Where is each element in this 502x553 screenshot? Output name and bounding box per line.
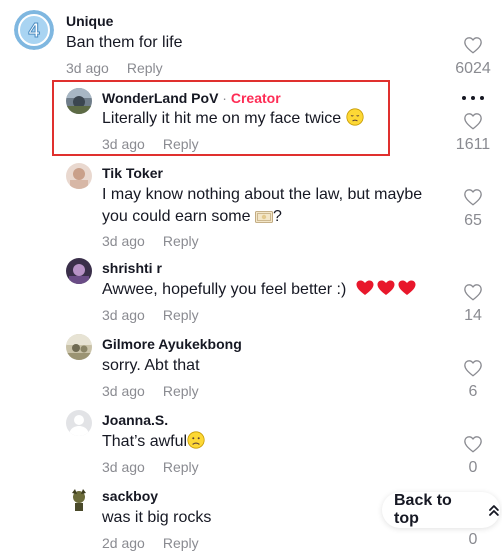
comment-text: you could earn some ? xyxy=(102,205,282,228)
like-button[interactable]: 6024 xyxy=(453,36,493,78)
like-count: 1611 xyxy=(455,136,491,153)
avatar[interactable]: 4 xyxy=(14,10,54,50)
comment-text: That’s awful xyxy=(102,430,205,453)
comment-username[interactable]: Gilmore Ayukekbong xyxy=(102,336,242,352)
like-count: 6 xyxy=(468,383,478,400)
comment-text-line2: you could earn some xyxy=(102,208,251,225)
comment-text-body: That’s awful xyxy=(102,433,188,450)
like-button[interactable]: 6 xyxy=(453,359,493,401)
reply-button[interactable]: Reply xyxy=(163,459,199,475)
reply-button[interactable]: Reply xyxy=(127,60,163,76)
comment-username[interactable]: WonderLand PoV · Creator xyxy=(102,90,281,106)
frown-emoji-icon xyxy=(187,431,205,449)
like-button[interactable]: 1611 xyxy=(453,112,493,154)
reply-button[interactable]: Reply xyxy=(163,307,199,323)
like-button[interactable]: 65 xyxy=(453,188,493,230)
comment-text-body: Literally it hit me on my face twice xyxy=(102,110,342,127)
reply-button[interactable]: Reply xyxy=(163,233,199,249)
like-button[interactable]: 14 xyxy=(453,283,493,325)
reply-button[interactable]: Reply xyxy=(163,535,199,551)
comment-date: 2d ago xyxy=(102,535,145,551)
comment-text: Ban them for life xyxy=(66,34,183,51)
comment-username[interactable]: Joanna.S. xyxy=(102,412,168,428)
heart-outline-icon xyxy=(464,284,482,301)
comment-username[interactable]: Unique xyxy=(66,13,113,29)
like-count: 0 xyxy=(468,459,478,476)
comment-meta: 3d ago Reply xyxy=(102,383,199,399)
comment-text: sorry. Abt that xyxy=(102,357,200,374)
comment-meta: 3d ago Reply xyxy=(102,136,199,152)
comment-meta: 3d ago Reply xyxy=(102,459,199,475)
like-button[interactable]: 0 xyxy=(453,435,493,477)
avatar[interactable] xyxy=(66,258,92,284)
back-to-top-label: Back to top xyxy=(394,492,452,527)
reply-button[interactable]: Reply xyxy=(163,383,199,399)
red-hearts-emoji-icon xyxy=(355,279,417,304)
comment-meta: 3d ago Reply xyxy=(102,307,199,323)
double-chevron-up-icon xyxy=(489,505,499,516)
reply-button[interactable]: Reply xyxy=(163,136,199,152)
comment-text: I may know nothing about the law, but ma… xyxy=(102,186,423,203)
comment-text-body: Awwee, hopefully you feel better :) xyxy=(102,281,347,298)
heart-outline-icon xyxy=(464,113,482,130)
creator-badge: Creator xyxy=(230,90,281,106)
avatar[interactable] xyxy=(66,163,92,189)
comment-date: 3d ago xyxy=(102,307,145,323)
comment-date: 3d ago xyxy=(102,459,145,475)
comment-date: 3d ago xyxy=(102,383,145,399)
comment-username[interactable]: sackboy xyxy=(102,488,158,504)
comment-date: 3d ago xyxy=(102,136,145,152)
avatar[interactable] xyxy=(66,88,92,114)
heart-outline-icon xyxy=(464,360,482,377)
avatar[interactable] xyxy=(66,486,92,512)
like-count: 6024 xyxy=(455,60,491,77)
comment-meta: 2d ago Reply xyxy=(102,535,199,551)
comment-date: 3d ago xyxy=(66,60,109,76)
comment-text-suffix: ? xyxy=(272,208,282,225)
comment-text: was it big rocks xyxy=(102,509,212,526)
comment-meta: 3d ago Reply xyxy=(102,233,199,249)
money-emoji-icon xyxy=(255,211,273,223)
like-count: 14 xyxy=(464,307,482,324)
avatar[interactable] xyxy=(66,334,92,360)
svg-text:4: 4 xyxy=(28,20,40,42)
comment-username[interactable]: shrishti r xyxy=(102,260,162,276)
comment-username[interactable]: Tik Toker xyxy=(102,165,163,181)
comment-date: 3d ago xyxy=(102,233,145,249)
sad-face-emoji-icon xyxy=(346,108,364,126)
comment-text: Awwee, hopefully you feel better :) xyxy=(102,278,417,304)
heart-outline-icon xyxy=(464,37,482,54)
comment-meta: 3d ago Reply xyxy=(66,60,163,76)
back-to-top-button[interactable]: Back to top xyxy=(382,492,500,528)
more-dots-icon[interactable] xyxy=(462,96,484,102)
heart-outline-icon xyxy=(464,189,482,206)
like-count: 0 xyxy=(468,531,478,548)
username-label[interactable]: WonderLand PoV xyxy=(102,90,218,106)
like-button[interactable]: 0 xyxy=(453,531,493,549)
comment-text: Literally it hit me on my face twice xyxy=(102,107,364,130)
separator: · xyxy=(218,90,231,106)
like-count: 65 xyxy=(464,212,482,229)
avatar[interactable] xyxy=(66,410,92,436)
heart-outline-icon xyxy=(464,436,482,453)
